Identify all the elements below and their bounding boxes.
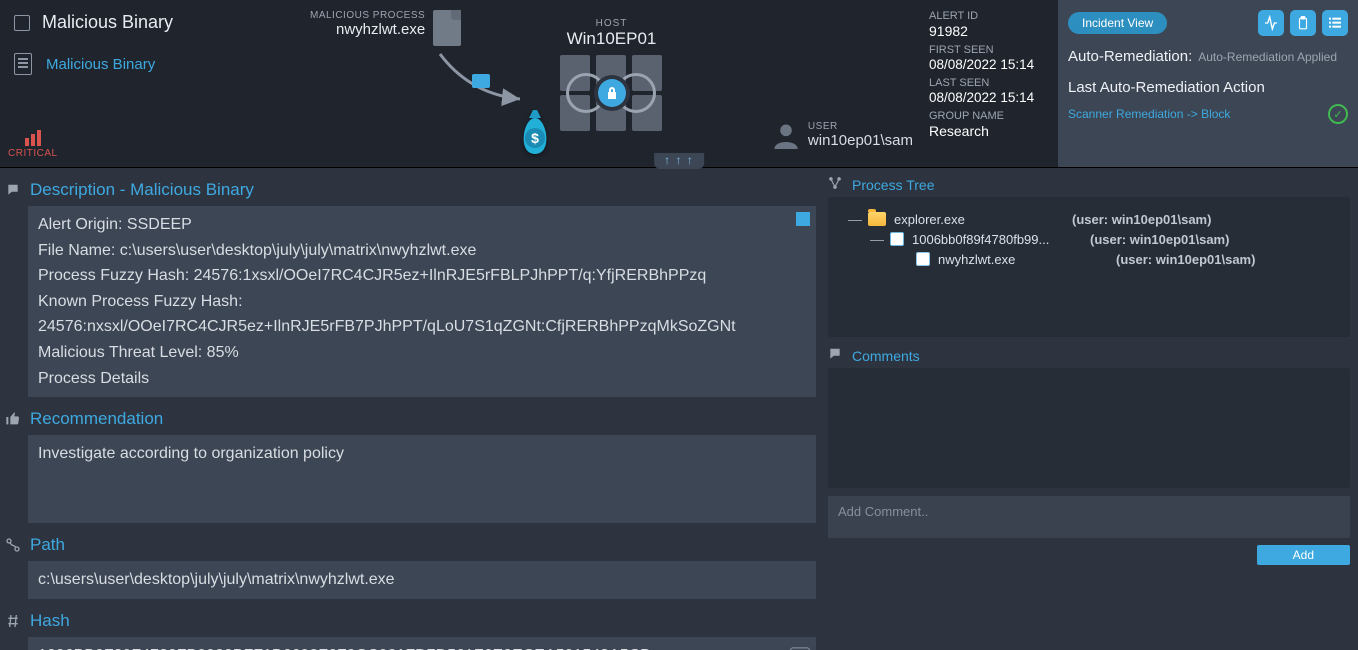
tree-process-name: nwyhzlwt.exe — [938, 252, 1108, 267]
folder-icon — [868, 212, 886, 226]
locked-files-icon — [560, 55, 664, 131]
desc-line: Malicious Threat Level: 85% — [38, 340, 806, 366]
tree-process-user: (user: win10ep01\sam) — [1072, 212, 1211, 227]
last-action-link[interactable]: Scanner Remediation -> Block — [1068, 107, 1230, 121]
host-block: HOST Win10EP01 — [560, 18, 664, 131]
select-alert-checkbox[interactable] — [14, 15, 30, 31]
process-tree-section: Process Tree — explorer.exe (user: win10… — [828, 176, 1350, 337]
path-icon — [4, 537, 22, 553]
side-column: Process Tree — explorer.exe (user: win10… — [820, 168, 1358, 650]
tree-process-user: (user: win10ep01\sam) — [1090, 232, 1229, 247]
alert-id-value: 91982 — [929, 23, 1052, 39]
description-title: Description - Malicious Binary — [30, 180, 254, 200]
comment-icon — [828, 347, 844, 364]
more-icon[interactable]: ••• — [782, 646, 789, 650]
desc-line: File Name: c:\users\user\desktop\july\ju… — [38, 238, 806, 264]
alert-id-label: ALERT ID — [929, 10, 1052, 22]
severity-bars-icon — [8, 128, 58, 146]
malicious-process-name: nwyhzlwt.exe — [310, 21, 425, 38]
malicious-process-label: MALICIOUS PROCESS — [310, 10, 425, 21]
add-comment-button[interactable]: Add — [1257, 545, 1350, 565]
recommendation-body: Investigate according to organization po… — [28, 435, 816, 523]
tree-row[interactable]: — 1006bb0f89f4780fb99... (user: win10ep0… — [840, 229, 1338, 249]
comments-list — [828, 368, 1350, 488]
desc-line: Process Fuzzy Hash: 24576:1xsxl/OOeI7RC4… — [38, 263, 806, 289]
path-title: Path — [30, 535, 65, 555]
arrow-icon — [430, 44, 540, 114]
header-left: Malicious Binary Malicious Binary CRITIC… — [0, 0, 300, 167]
collapse-icon[interactable]: — — [870, 231, 882, 247]
first-seen-label: FIRST SEEN — [929, 44, 1052, 56]
scroll-up-indicator[interactable]: ↑ ↑ ↑ — [654, 153, 704, 169]
last-seen-value: 08/08/2022 15:14 — [929, 90, 1052, 105]
tree-process-user: (user: win10ep01\sam) — [1116, 252, 1255, 267]
desc-line: Alert Origin: SSDEEP — [38, 212, 806, 238]
desc-line: 24576:nxsxl/OOeI7RC4CJR5ez+IlnRJE5rFB7PJ… — [38, 314, 806, 340]
user-label: USER — [808, 121, 913, 132]
thumb-icon — [4, 411, 22, 427]
desc-line: Process Details — [38, 366, 806, 392]
header-actions-panel: Incident View Auto-Remediation: Auto-Rem… — [1058, 0, 1358, 167]
alert-title: Malicious Binary — [42, 12, 173, 33]
collapse-icon[interactable]: — — [848, 211, 860, 227]
hash-icon — [4, 613, 22, 629]
list-icon-button[interactable] — [1322, 10, 1348, 36]
incident-view-button[interactable]: Incident View — [1068, 12, 1167, 34]
comments-title: Comments — [852, 348, 920, 364]
speech-icon — [4, 183, 22, 197]
group-name-label: GROUP NAME — [929, 110, 1052, 122]
alert-meta: ALERT ID 91982 FIRST SEEN 08/08/2022 15:… — [923, 0, 1058, 167]
document-icon — [14, 53, 32, 75]
user-icon — [772, 121, 800, 149]
svg-text:$: $ — [531, 130, 539, 146]
user-block: USER win10ep01\sam — [772, 121, 913, 149]
check-circle-icon: ✓ — [1328, 104, 1348, 124]
process-tree-title: Process Tree — [852, 177, 934, 193]
clipboard-icon-button[interactable] — [1290, 10, 1316, 36]
auto-remediation-value: Auto-Remediation Applied — [1198, 50, 1337, 64]
path-body: c:\users\user\desktop\july\july\matrix\n… — [28, 561, 816, 599]
malicious-process-block: MALICIOUS PROCESS nwyhzlwt.exe — [310, 10, 461, 46]
description-section: Description - Malicious Binary Alert Ori… — [4, 176, 816, 397]
host-label: HOST — [560, 18, 664, 29]
description-body: Alert Origin: SSDEEP File Name: c:\users… — [28, 206, 816, 397]
recommendation-title: Recommendation — [30, 409, 163, 429]
tree-process-name: 1006bb0f89f4780fb99... — [912, 232, 1082, 247]
details-column: Description - Malicious Binary Alert Ori… — [0, 168, 820, 650]
money-bag-icon: $ — [515, 110, 555, 157]
process-icon — [890, 232, 904, 246]
first-seen-value: 08/08/2022 15:14 — [929, 57, 1052, 72]
file-icon — [433, 10, 461, 46]
path-section: Path c:\users\user\desktop\july\july\mat… — [4, 531, 816, 599]
hash-section: Hash 1006BB0F89F4780FB9920BFF1B6692F6F0C… — [4, 607, 816, 650]
last-action-title: Last Auto-Remediation Action — [1068, 79, 1348, 96]
header-diagram: MALICIOUS PROCESS nwyhzlwt.exe HOST Win1… — [300, 0, 923, 167]
lock-icon — [598, 79, 626, 107]
process-icon — [916, 252, 930, 266]
comment-input[interactable] — [828, 496, 1350, 538]
severity-indicator: CRITICAL — [8, 128, 58, 159]
user-name: win10ep01\sam — [808, 132, 913, 149]
severity-label: CRITICAL — [8, 148, 58, 159]
host-name: Win10EP01 — [560, 29, 664, 49]
activity-icon-button[interactable] — [1258, 10, 1284, 36]
group-name-value: Research — [929, 123, 1052, 139]
hash-body: 1006BB0F89F4780FB9920BFF1B6692F6F0CC921F… — [28, 637, 816, 650]
auto-remediation-label: Auto-Remediation: — [1068, 48, 1192, 65]
last-seen-label: LAST SEEN — [929, 77, 1052, 89]
process-tree-body: — explorer.exe (user: win10ep01\sam) — 1… — [828, 197, 1350, 337]
comments-section: Comments Add — [828, 347, 1350, 565]
tree-row[interactable]: — explorer.exe (user: win10ep01\sam) — [840, 209, 1338, 229]
desc-line: Known Process Fuzzy Hash: — [38, 289, 806, 315]
alert-subtitle[interactable]: Malicious Binary — [46, 56, 155, 73]
hash-title: Hash — [30, 611, 70, 631]
tree-icon — [828, 176, 844, 193]
alert-header: Malicious Binary Malicious Binary CRITIC… — [0, 0, 1358, 168]
tree-row[interactable]: — nwyhzlwt.exe (user: win10ep01\sam) — [840, 249, 1338, 269]
tree-process-name: explorer.exe — [894, 212, 1064, 227]
copy-icon[interactable] — [796, 212, 810, 226]
recommendation-section: Recommendation Investigate according to … — [4, 405, 816, 523]
